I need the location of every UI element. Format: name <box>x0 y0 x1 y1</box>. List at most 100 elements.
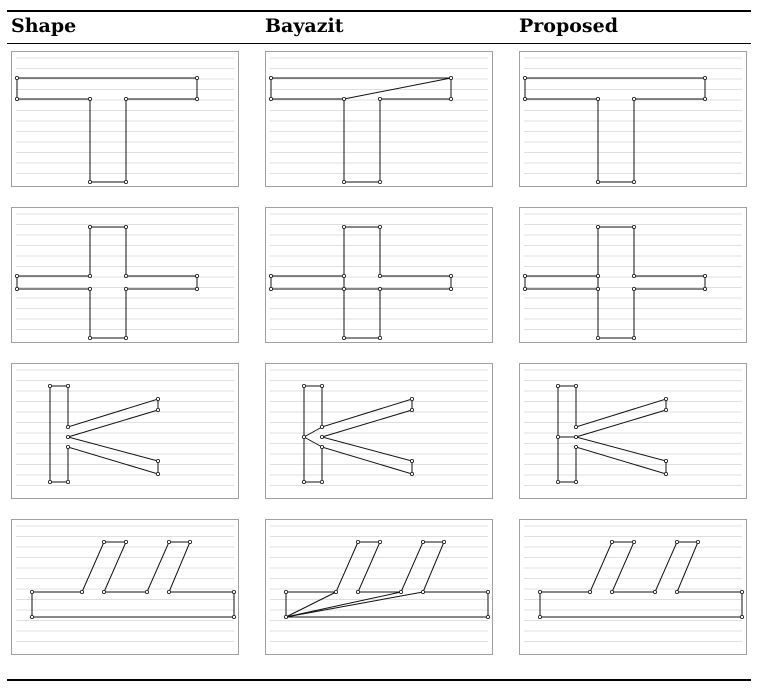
vertex-marker <box>523 274 528 279</box>
vertex-marker <box>320 445 325 450</box>
vertex-marker <box>632 224 637 229</box>
vertex-marker <box>231 590 236 595</box>
top-rule <box>7 10 751 12</box>
panel-k-shape-proposed <box>519 363 747 499</box>
shape-outline <box>557 385 667 483</box>
panel-svg <box>15 57 234 184</box>
decomposition-cut <box>303 436 323 448</box>
panel-comb-shape-bayazit <box>265 519 493 655</box>
vertex-marker <box>702 274 707 279</box>
vertex-marker <box>485 590 490 595</box>
vertex-marker <box>420 590 425 595</box>
panel-svg <box>524 525 744 642</box>
vertex-marker <box>15 274 20 279</box>
vertex-marker <box>283 590 288 595</box>
panel-cross-shape-bayazit <box>265 207 493 343</box>
panel-k-shape-shape <box>11 363 239 499</box>
vertex-marker <box>342 274 347 279</box>
vertex-marker <box>88 224 93 229</box>
vertex-marker <box>124 335 129 340</box>
vertex-marker <box>334 590 339 595</box>
vertex-marker <box>342 224 347 229</box>
vertex-marker <box>48 480 53 485</box>
vertex-marker <box>155 459 160 464</box>
vertex-marker <box>144 590 149 595</box>
vertex-marker <box>80 590 85 595</box>
vertex-marker <box>124 179 129 184</box>
vertex-marker <box>537 590 542 595</box>
vertex-marker <box>66 435 71 440</box>
vertex-marker <box>342 97 347 102</box>
panel-svg <box>16 525 236 642</box>
vertex-marker <box>15 287 20 292</box>
shape-outline <box>539 541 743 618</box>
shape-outline <box>16 77 198 183</box>
vertex-marker <box>378 179 383 184</box>
shape-outline <box>31 541 235 618</box>
vertex-marker <box>663 459 668 464</box>
vertex-marker <box>596 287 601 292</box>
vertex-marker <box>596 224 601 229</box>
vertex-marker <box>702 287 707 292</box>
vertex-marker <box>124 224 129 229</box>
vertex-marker <box>409 472 414 477</box>
vertex-marker <box>88 287 93 292</box>
vertex-marker <box>302 435 307 440</box>
vertex-marker <box>88 335 93 340</box>
panel-comb-shape-proposed <box>519 519 747 655</box>
vertex-marker <box>269 287 274 292</box>
shape-outline <box>270 77 452 183</box>
vertex-marker <box>342 179 347 184</box>
header-proposed: Proposed <box>519 15 618 37</box>
header-rule <box>7 43 751 44</box>
vertex-marker <box>155 408 160 413</box>
panel-cross-shape-shape <box>11 207 239 343</box>
vertex-marker <box>537 615 542 620</box>
vertex-marker <box>663 408 668 413</box>
vertex-marker <box>29 590 34 595</box>
vertex-marker <box>378 287 383 292</box>
vertex-marker <box>15 97 20 102</box>
vertex-marker <box>124 274 129 279</box>
vertex-marker <box>194 97 199 102</box>
vertex-marker <box>409 408 414 413</box>
panel-k-shape-bayazit <box>265 363 493 499</box>
vertex-marker <box>409 459 414 464</box>
decomposition-cut <box>285 591 402 618</box>
vertex-marker <box>663 397 668 402</box>
vertex-marker <box>320 425 325 430</box>
vertex-marker <box>663 472 668 477</box>
vertex-marker <box>166 539 171 544</box>
vertex-marker <box>320 480 325 485</box>
vertex-marker <box>15 75 20 80</box>
vertex-marker <box>485 615 490 620</box>
vertex-marker <box>702 97 707 102</box>
vertex-marker <box>66 383 71 388</box>
vertex-marker <box>632 539 637 544</box>
vertex-marker <box>356 539 361 544</box>
vertex-marker <box>448 274 453 279</box>
vertex-marker <box>523 287 528 292</box>
vertex-marker <box>588 590 593 595</box>
shape-outline <box>49 385 159 483</box>
vertex-marker <box>556 383 561 388</box>
vertex-marker <box>342 287 347 292</box>
vertex-marker <box>652 590 657 595</box>
vertex-marker <box>610 539 615 544</box>
vertex-marker <box>596 179 601 184</box>
vertex-marker <box>124 97 129 102</box>
vertex-marker <box>378 539 383 544</box>
vertex-marker <box>194 274 199 279</box>
panel-svg <box>270 369 488 486</box>
vertex-marker <box>269 274 274 279</box>
panel-svg <box>270 525 490 642</box>
vertex-marker <box>695 539 700 544</box>
vertex-marker <box>88 179 93 184</box>
vertex-marker <box>342 335 347 340</box>
shape-outline <box>285 541 489 618</box>
vertex-marker <box>102 590 107 595</box>
vertex-marker <box>441 539 446 544</box>
vertex-marker <box>194 287 199 292</box>
vertex-marker <box>523 75 528 80</box>
vertex-marker <box>632 179 637 184</box>
